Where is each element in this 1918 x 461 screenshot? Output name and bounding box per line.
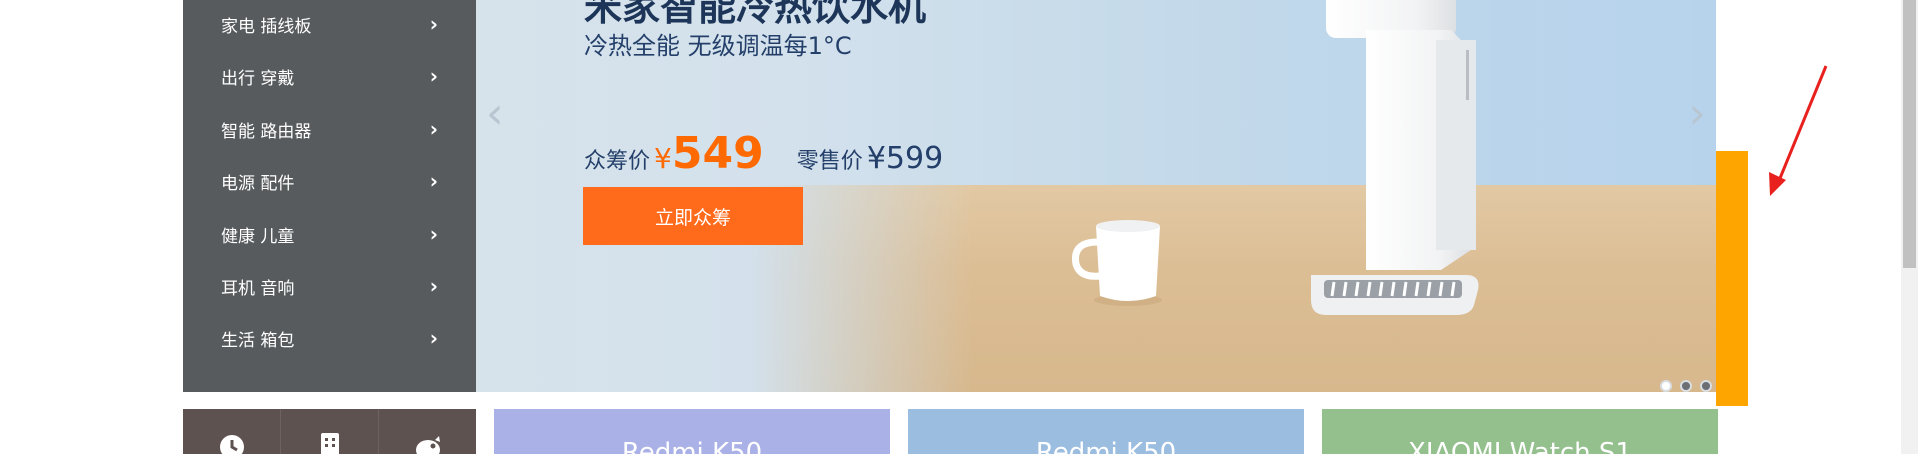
promo-label: XIAOMI Watch S1 xyxy=(1408,438,1632,454)
sidebar-item-lifestyle-bags[interactable]: 生活 箱包 › xyxy=(183,318,476,358)
sidebar-item-label: 家电 插线板 xyxy=(221,16,312,37)
chevron-right-icon: › xyxy=(429,222,438,246)
sidebar-item-label: 生活 箱包 xyxy=(221,330,295,351)
phone-icon xyxy=(320,432,339,461)
promo-card-xiaomi-watch-s1[interactable]: XIAOMI Watch S1 xyxy=(1322,409,1718,454)
sidebar-item-label: 智能 路由器 xyxy=(221,121,312,142)
category-sidebar: 家电 插线板 › 出行 穿戴 › 智能 路由器 › 电源 配件 › 健康 儿童 … xyxy=(183,0,476,392)
sidebar-item-appliances[interactable]: 家电 插线板 › xyxy=(183,4,476,44)
banner-prev-arrow-icon[interactable]: ‹ xyxy=(486,88,504,139)
quick-link-timed-sale[interactable] xyxy=(183,409,281,459)
carousel-dot[interactable] xyxy=(1700,380,1712,392)
carousel-dot[interactable] xyxy=(1680,380,1692,392)
quick-link-savings[interactable] xyxy=(379,409,476,460)
chevron-right-icon: › xyxy=(429,326,438,350)
crowdfund-now-button[interactable]: 立即众筹 xyxy=(583,187,803,245)
white-cup-image xyxy=(1071,220,1162,306)
side-float-tab[interactable] xyxy=(1716,151,1748,406)
water-dispenser-image xyxy=(1311,0,1479,315)
sidebar-item-health-kids[interactable]: 健康 儿童 › xyxy=(183,214,476,254)
banner-next-arrow-icon[interactable]: › xyxy=(1688,88,1706,139)
annotation-arrow-icon xyxy=(1769,65,1828,196)
crowdfund-price-label: 众筹价 xyxy=(584,149,651,174)
currency-symbol: ¥ xyxy=(654,142,672,175)
sidebar-item-label: 耳机 音响 xyxy=(221,278,295,299)
hero-banner[interactable]: 米家智能冷热饮水机 冷热全能 无级调温每1°C 众筹价 ¥549 零售价 ¥599 … xyxy=(476,0,1716,392)
chevron-right-icon: › xyxy=(429,64,438,88)
quick-links-strip xyxy=(183,409,476,461)
chevron-right-icon: › xyxy=(429,117,438,141)
price-row: 众筹价 ¥549 零售价 ¥599 xyxy=(584,128,943,179)
banner-subtitle: 冷热全能 无级调温每1°C xyxy=(584,32,852,60)
sidebar-item-audio[interactable]: 耳机 音响 › xyxy=(183,266,476,306)
promo-card-redmi-k50-b[interactable]: Redmi K50 xyxy=(908,409,1304,454)
page-scrollbar[interactable] xyxy=(1901,0,1918,454)
piggy-bank-icon xyxy=(415,435,440,460)
sidebar-item-smart-router[interactable]: 智能 路由器 › xyxy=(183,109,476,149)
promo-label: Redmi K50 xyxy=(621,438,763,454)
carousel-dots xyxy=(1660,380,1712,392)
quick-link-recharge[interactable] xyxy=(281,409,379,461)
clock-icon xyxy=(219,434,244,459)
sidebar-item-power-accessories[interactable]: 电源 配件 › xyxy=(183,161,476,201)
chevron-right-icon: › xyxy=(429,12,438,36)
promo-card-redmi-k50-a[interactable]: Redmi K50 xyxy=(494,409,890,454)
chevron-right-icon: › xyxy=(429,169,438,193)
sidebar-item-travel-wearables[interactable]: 出行 穿戴 › xyxy=(183,56,476,96)
sidebar-item-label: 健康 儿童 xyxy=(221,226,295,247)
scrollbar-thumb[interactable] xyxy=(1903,0,1916,268)
sidebar-item-label: 出行 穿戴 xyxy=(221,68,295,89)
carousel-dot[interactable] xyxy=(1660,380,1672,392)
chevron-right-icon: › xyxy=(429,274,438,298)
retail-price-label: 零售价 xyxy=(796,149,863,174)
retail-price: ¥599 xyxy=(866,141,944,176)
promo-label: Redmi K50 xyxy=(1035,438,1177,454)
sidebar-item-label: 电源 配件 xyxy=(221,173,295,194)
crowdfund-price: 549 xyxy=(671,128,764,179)
